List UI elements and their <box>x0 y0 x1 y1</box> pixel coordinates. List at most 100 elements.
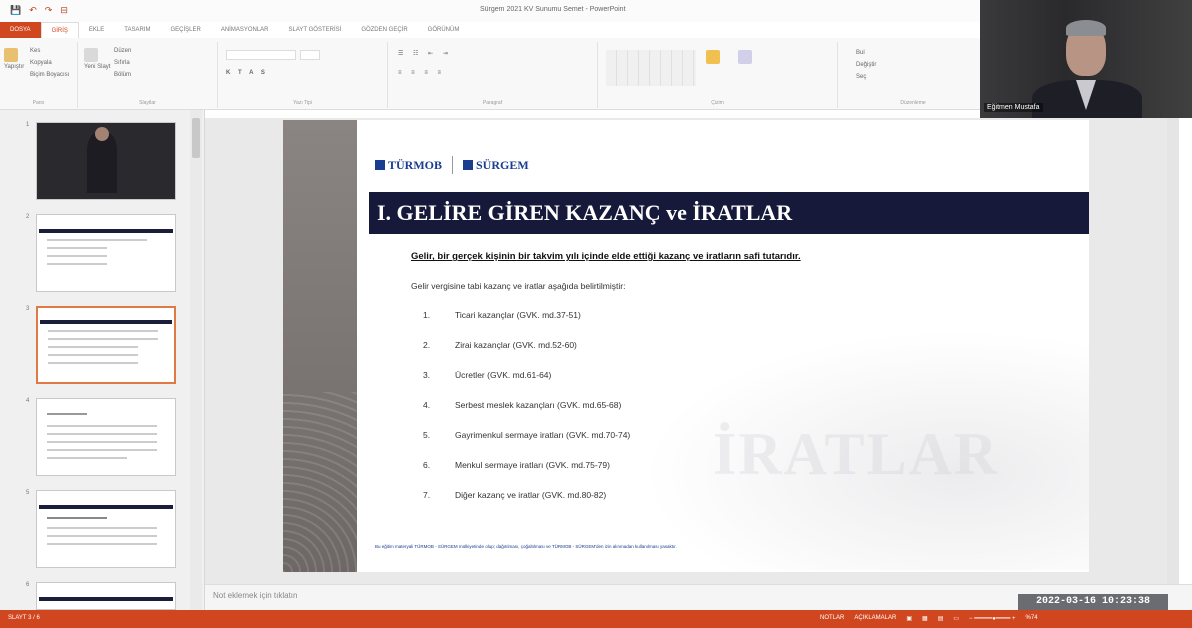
copy-button[interactable]: Kopyala <box>30 60 52 66</box>
group-label: Çizim <box>711 100 724 106</box>
shapes-gallery[interactable] <box>606 50 696 86</box>
list-item: 7. Diğer kazanç ve iratlar (GVK. md.80-82… <box>423 490 823 504</box>
sorter-view-icon[interactable]: ▦ <box>922 615 928 622</box>
slide-side-band <box>283 120 357 572</box>
slide-thumbnail-6[interactable] <box>36 582 176 610</box>
notes-toggle-button[interactable]: NOTLAR <box>820 615 844 622</box>
undo-icon[interactable]: ↶ <box>29 5 37 16</box>
tab-transitions[interactable]: GEÇİŞLER <box>160 22 210 38</box>
thumb-title-bar <box>40 320 172 324</box>
new-slide-icon <box>84 48 98 62</box>
group-label: Pano <box>32 100 45 106</box>
thumb-number: 6 <box>26 582 30 588</box>
tab-slideshow[interactable]: SLAYT GÖSTERİSİ <box>279 22 352 38</box>
surgem-logo-icon <box>463 160 473 170</box>
tab-review[interactable]: GÖZDEN GEÇİR <box>351 22 417 38</box>
font-format-buttons[interactable]: K T A S <box>226 70 268 76</box>
thumb-number: 3 <box>26 306 30 312</box>
item-text: Zirai kazançlar (GVK. md.52-60) <box>455 340 577 350</box>
new-slide-button[interactable]: Yeni Slayt <box>84 48 110 70</box>
group-label: Düzenleme <box>900 100 926 106</box>
quick-styles-icon <box>738 50 752 64</box>
reading-view-icon[interactable]: ▤ <box>938 615 944 622</box>
align-buttons[interactable]: ≡ ≡ ≡ ≡ <box>398 70 445 76</box>
thumb-line <box>47 441 157 443</box>
turmob-logo: TÜRMOB <box>375 158 442 173</box>
item-number: 1. <box>423 310 431 320</box>
slide-thumbnail-4[interactable] <box>36 398 176 476</box>
turmob-logo-text: TÜRMOB <box>388 157 442 172</box>
thumb-line <box>47 433 157 435</box>
thumb-title-bar <box>39 505 173 509</box>
font-name-dropdown[interactable] <box>226 50 296 60</box>
thumb-number: 5 <box>26 490 30 496</box>
thumbnails-scrollbar[interactable] <box>190 110 202 610</box>
tab-design[interactable]: TASARIM <box>114 22 160 38</box>
thumb-line <box>48 362 138 364</box>
save-icon[interactable]: 💾 <box>10 5 21 16</box>
arrange-icon <box>706 50 720 64</box>
thumb-number: 2 <box>26 214 30 220</box>
paste-label: Yapıştır <box>4 64 25 70</box>
slide-thumbnail-3[interactable] <box>36 306 176 384</box>
slide-thumbnails-pane: 1 2 3 4 5 6 <box>0 110 205 610</box>
paste-icon <box>4 48 18 62</box>
paste-button[interactable]: Yapıştır <box>4 48 24 70</box>
group-label: Paragraf <box>482 100 503 106</box>
thumb-title-bar <box>39 229 173 233</box>
group-editing: Bul Değiştir Seç Düzenleme <box>838 42 988 108</box>
item-number: 4. <box>423 400 431 410</box>
quick-styles-button[interactable] <box>738 50 752 66</box>
layout-button[interactable]: Düzen <box>114 48 131 54</box>
group-label: Slaytlar <box>139 100 156 106</box>
scrollbar-thumb[interactable] <box>192 118 200 158</box>
arrange-button[interactable] <box>706 50 720 66</box>
zoom-level[interactable]: %74 <box>1026 615 1038 622</box>
list-item: 5. Gayrimenkul sermaye iratları (GVK. md.… <box>423 430 823 444</box>
current-slide[interactable]: İRATLAR TÜRMOB SÜRGEM I. GELİRE GİREN KA… <box>283 120 1089 572</box>
cut-button[interactable]: Kes <box>30 48 40 54</box>
present-icon[interactable]: ⊟ <box>60 5 68 16</box>
thumb-line <box>47 457 127 459</box>
copyright-note: Bu eğitim materyali TÜRMOB - SÜRGEM mülk… <box>375 544 677 549</box>
group-clipboard: Yapıştır Kes Kopyala Biçim Boyacısı Pano <box>0 42 78 108</box>
tab-file[interactable]: DOSYA <box>0 22 41 38</box>
tab-insert[interactable]: EKLE <box>79 22 114 38</box>
comments-toggle-button[interactable]: AÇIKLAMALAR <box>854 615 896 622</box>
slide-thumbnail-1[interactable] <box>36 122 176 200</box>
slide-thumbnail-2[interactable] <box>36 214 176 292</box>
editor-scrollbar[interactable] <box>1167 118 1179 584</box>
slide-title: I. GELİRE GİREN KAZANÇ ve İRATLAR <box>369 192 1089 234</box>
item-text: Diğer kazanç ve iratlar (GVK. md.80-82) <box>455 490 607 500</box>
item-number: 6. <box>423 460 431 470</box>
list-buttons[interactable]: ☰ ☷ ⇤ ⇥ <box>398 50 452 57</box>
slideshow-view-icon[interactable]: ▭ <box>953 615 959 622</box>
slide-counter: SLAYT 3 / 6 <box>8 615 40 621</box>
item-text: Gayrimenkul sermaye iratları (GVK. md.70… <box>455 430 631 440</box>
tab-home[interactable]: GİRİŞ <box>40 22 79 38</box>
tab-view[interactable]: GÖRÜNÜM <box>418 22 470 38</box>
select-button[interactable]: Seç <box>856 74 866 80</box>
turmob-logo-icon <box>375 160 385 170</box>
tab-animations[interactable]: ANİMASYONLAR <box>211 22 279 38</box>
zoom-slider[interactable]: − ━━━━━●━━━━ + <box>969 615 1015 622</box>
font-size-dropdown[interactable] <box>300 50 320 60</box>
thumb-line <box>48 346 138 348</box>
reset-button[interactable]: Sıfırla <box>114 60 130 66</box>
notes-placeholder: Not eklemek için tıklatın <box>213 591 298 600</box>
replace-button[interactable]: Değiştir <box>856 62 876 68</box>
normal-view-icon[interactable]: ▣ <box>906 615 912 622</box>
list-item: 3. Ücretler (GVK. md.61-64) <box>423 370 823 384</box>
slide-thumbnail-5[interactable] <box>36 490 176 568</box>
slide-definition: Gelir, bir gerçek kişinin bir takvim yıl… <box>411 251 801 262</box>
group-font: K T A S Yazı Tipi <box>218 42 388 108</box>
section-button[interactable]: Bölüm <box>114 72 131 78</box>
presenter-hair <box>1066 20 1106 36</box>
redo-icon[interactable]: ↷ <box>45 5 53 16</box>
list-item: 2. Zirai kazançlar (GVK. md.52-60) <box>423 340 823 354</box>
surgem-logo-text: SÜRGEM <box>476 157 529 172</box>
item-number: 2. <box>423 340 431 350</box>
find-button[interactable]: Bul <box>856 50 865 56</box>
thumb-line <box>48 338 158 340</box>
format-painter-button[interactable]: Biçim Boyacısı <box>30 72 69 78</box>
